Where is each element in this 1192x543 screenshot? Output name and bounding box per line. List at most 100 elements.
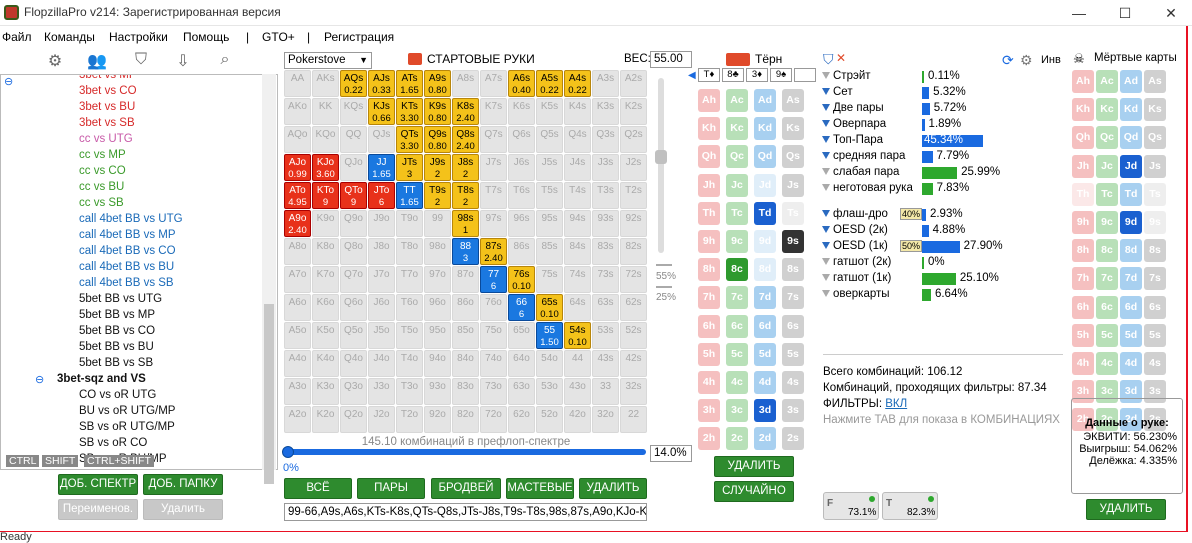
tree-item[interactable]: call 4bet BB vs SB (79, 277, 174, 293)
tree-item[interactable]: call 4bet BB vs MP (79, 229, 176, 245)
hand-cell[interactable]: ATs 1.65 (396, 70, 423, 97)
card-2h[interactable]: 2h (698, 427, 720, 451)
filter-icon[interactable] (822, 120, 830, 128)
hand-cell[interactable]: KQs (340, 98, 367, 125)
card-4s[interactable]: 4s (1144, 352, 1166, 375)
card-9c[interactable]: 9c (1096, 211, 1118, 234)
hand-cell[interactable]: T4s (564, 182, 591, 209)
hand-cell[interactable]: Q9o (340, 210, 367, 237)
hand-cell[interactable]: A4s 0.22 (564, 70, 591, 97)
card-7d[interactable]: 7d (754, 286, 776, 310)
hand-cell[interactable]: J6s (508, 154, 535, 181)
card-Th[interactable]: Th (1072, 182, 1094, 206)
hand-cell[interactable]: 43s (592, 350, 619, 377)
hand-cell[interactable]: AKo (284, 98, 311, 125)
stat-row[interactable]: гатшот (1к) 25.10% (822, 272, 1062, 287)
hand-cell[interactable]: K8s 2.40 (452, 98, 479, 125)
hand-cell[interactable]: T8o (396, 238, 423, 265)
hand-cell[interactable]: 94s (564, 210, 591, 237)
hand-cell[interactable]: 44 (564, 350, 591, 377)
card-9h[interactable]: 9h (698, 230, 720, 253)
card-Ad[interactable]: Ad (754, 89, 776, 112)
filter-icon[interactable] (822, 274, 830, 282)
filters-toggle[interactable]: ВКЛ (885, 398, 907, 410)
card-5d[interactable]: 5d (1120, 323, 1142, 347)
delete-button[interactable]: Удалить (143, 499, 223, 520)
hand-cell[interactable]: AQo (284, 126, 311, 153)
card-As[interactable]: As (1144, 70, 1166, 93)
hand-cell[interactable]: J9o (368, 210, 395, 237)
hand-cell[interactable]: A2o (284, 406, 311, 433)
hand-cell[interactable]: Q4s (564, 126, 591, 153)
card-2d[interactable]: 2d (754, 427, 776, 451)
hand-grid[interactable]: AA AKs AQs 0.22 AJs 0.33 ATs 1.65 A9s 0.80 A8s A7s A… (284, 70, 648, 434)
weight-slider-track[interactable] (655, 78, 667, 253)
stat-row[interactable]: Топ-Пара 45.34% (822, 134, 1062, 149)
card-Kc[interactable]: Kc (726, 117, 748, 141)
card-7c[interactable]: 7c (1096, 267, 1118, 291)
card-9s[interactable]: 9s (782, 230, 804, 253)
hand-cell[interactable]: Q6o (340, 294, 367, 321)
hand-cell[interactable]: K3o (312, 378, 339, 405)
hand-cell[interactable]: T6s (508, 182, 535, 209)
hand-cell[interactable]: K4s (564, 98, 591, 125)
card-Qh[interactable]: Qh (698, 145, 720, 169)
hand-cell[interactable]: Q7o (340, 266, 367, 293)
menu-registration[interactable]: Регистрация (324, 30, 394, 44)
card-Jc[interactable]: Jc (1096, 154, 1118, 178)
hand-cell[interactable]: KJo 3.60 (312, 154, 339, 181)
card-Qs[interactable]: Qs (782, 145, 804, 169)
hand-cell[interactable]: 42s (620, 350, 647, 377)
hand-cell[interactable]: T9s 2 (424, 182, 451, 209)
import-icon[interactable]: ⇩ (172, 51, 194, 71)
hand-cell[interactable]: K6o (312, 294, 339, 321)
add-spectrum-button[interactable]: ДОБ. СПЕКТР (58, 474, 138, 495)
hand-cell[interactable]: 63o (508, 378, 535, 405)
hand-cell[interactable]: KQo (312, 126, 339, 153)
hand-cell[interactable]: K3s (592, 98, 619, 125)
filter-icon[interactable] (822, 258, 830, 266)
hand-cell[interactable]: 32s (620, 378, 647, 405)
card-7s[interactable]: 7s (782, 286, 804, 310)
tree-item[interactable]: 5bet BB vs SB (79, 357, 153, 373)
hand-cell[interactable]: J5s (536, 154, 563, 181)
pairs-button[interactable]: ПАРЫ (357, 478, 425, 499)
card-8c[interactable]: 8c (1096, 239, 1118, 263)
hand-cell[interactable]: J8o (368, 238, 395, 265)
hand-cell[interactable]: 73o (480, 378, 507, 405)
hand-cell[interactable]: T7s (480, 182, 507, 209)
card-5d[interactable]: 5d (754, 342, 776, 366)
card-6d[interactable]: 6d (754, 314, 776, 338)
card-7h[interactable]: 7h (1072, 267, 1094, 291)
hand-cell[interactable]: 99 (424, 210, 451, 237)
hand-cell[interactable]: K4o (312, 350, 339, 377)
maximize-button[interactable]: ☐ (1110, 3, 1140, 23)
card-5h[interactable]: 5h (1072, 323, 1094, 347)
hand-cell[interactable]: K5s (536, 98, 563, 125)
hand-cell[interactable]: 64s (564, 294, 591, 321)
card-6s[interactable]: 6s (1144, 295, 1166, 319)
hand-cell[interactable]: J5o (368, 322, 395, 349)
invert-label[interactable]: Инв (1041, 54, 1061, 66)
hand-cell[interactable]: 97s (480, 210, 507, 237)
hand-cell[interactable]: Q4o (340, 350, 367, 377)
menu-file[interactable]: Файл (2, 30, 32, 44)
hand-cell[interactable]: A8s (452, 70, 479, 97)
card-As[interactable]: As (782, 89, 804, 112)
filter-icon[interactable]: ⛉ (823, 51, 834, 68)
card-Ah[interactable]: Ah (698, 89, 720, 112)
hand-cell[interactable]: J2s (620, 154, 647, 181)
hand-cell[interactable]: 76o (480, 294, 507, 321)
hand-cell[interactable]: T2o (396, 406, 423, 433)
filter-icon[interactable] (822, 88, 830, 96)
hand-cell[interactable]: 88 3 (452, 238, 479, 265)
stat-row[interactable]: Оверпара 1.89% (822, 118, 1062, 133)
menu-commands[interactable]: Команды (44, 30, 95, 44)
hand-cell[interactable]: Q7s (480, 126, 507, 153)
hand-cell[interactable]: K2o (312, 406, 339, 433)
card-4c[interactable]: 4c (726, 371, 748, 394)
card-9d[interactable]: 9d (1120, 211, 1142, 234)
hand-cell[interactable]: Q9s 0.80 (424, 126, 451, 153)
hand-cell[interactable]: T7o (396, 266, 423, 293)
filter-icon[interactable] (822, 168, 830, 176)
